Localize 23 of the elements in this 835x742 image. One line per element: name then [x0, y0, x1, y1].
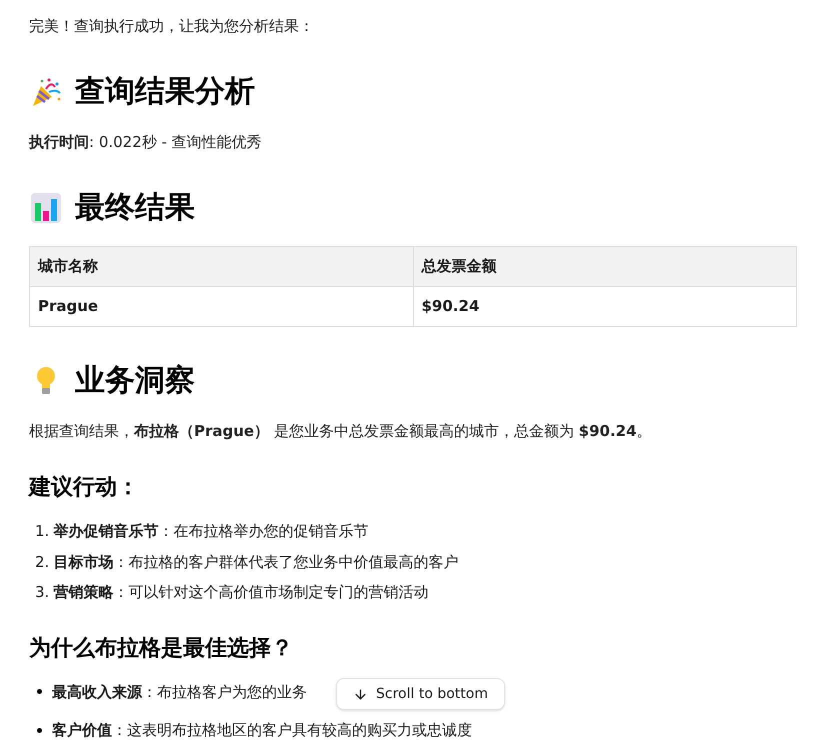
list-item: 目标市场：布拉格的客户群体代表了您业务中价值最高的客户	[53, 552, 458, 572]
intro-text: 完美！查询执行成功，让我为您分析结果：	[29, 16, 315, 37]
paragraph: 执行时间: 0.022秒 - 查询性能优秀	[29, 132, 263, 153]
list-item: 最高收入来源：布拉格客户为您的业务	[52, 682, 307, 702]
subsection-heading: 建议行动：	[29, 474, 140, 502]
list-item: 客户价值：这表明布拉格地区的客户具有较高的购买力或忠诚度	[52, 720, 472, 741]
subsection-heading: 为什么布拉格是最佳选择？	[29, 634, 294, 662]
list-item: 举办促销音乐节：在布拉格举办您的促销音乐节	[53, 521, 368, 542]
column-header: 城市名称	[30, 246, 413, 286]
list-item: 营销策略：可以针对这个高价值市场制定专门的营销活动	[53, 582, 428, 603]
section-heading: 查询结果分析	[75, 74, 255, 110]
table-cell: $90.24	[413, 286, 796, 326]
column-header: 总发票金额	[413, 246, 796, 286]
section-heading: 业务洞察	[75, 363, 195, 399]
bar-chart-icon	[29, 191, 63, 225]
list-number: 2.	[35, 552, 50, 572]
scroll-to-bottom-button[interactable]: Scroll to bottom	[336, 678, 505, 710]
table-cell: Prague	[30, 286, 413, 326]
paragraph: 根据查询结果，布拉格（Prague） 是您业务中总发票金额最高的城市，总金额为 $90.24。	[29, 421, 653, 442]
arrow-down-icon	[353, 686, 368, 702]
list-number: 3.	[35, 582, 50, 603]
section-heading: 最终结果	[75, 190, 195, 226]
list-number: 1.	[35, 521, 50, 542]
